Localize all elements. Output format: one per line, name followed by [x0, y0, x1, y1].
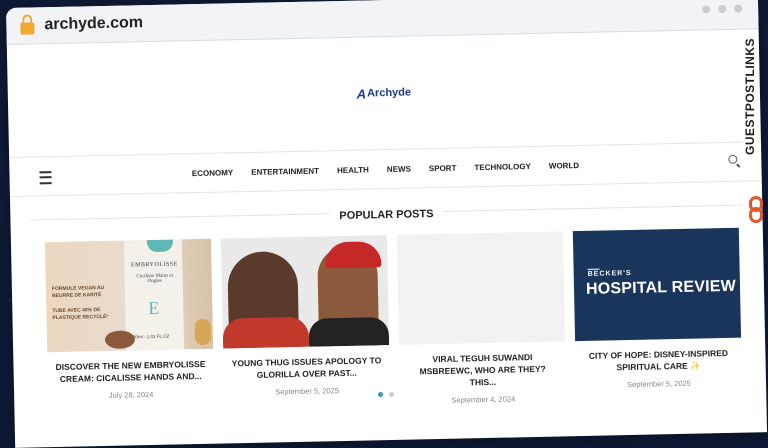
product-label-text: FORMULE VEGAN AU BEURRE DE KARITÉ	[51, 285, 105, 299]
nav-item-health[interactable]: HEALTH	[337, 165, 369, 175]
lock-icon	[20, 22, 35, 35]
nav-item-economy[interactable]: ECONOMY	[192, 168, 234, 178]
product-name-text: Cicalisse Mains et Ongles	[136, 273, 174, 285]
logo-text: Archyde	[366, 86, 412, 100]
pager-dot[interactable]	[389, 392, 394, 397]
product-brand-text: EMBRYOLISSE	[130, 261, 178, 269]
person-figure	[308, 317, 390, 347]
post-date: September 5, 2025	[627, 378, 691, 389]
carousel-pager	[378, 392, 394, 397]
nav-item-technology[interactable]: TECHNOLOGY	[474, 162, 531, 172]
header: A Archyde	[7, 29, 761, 157]
post-title[interactable]: CITY OF HOPE: DISNEY-INSPIRED SPIRITUAL …	[575, 348, 741, 375]
window-dot-icon[interactable]	[734, 4, 743, 13]
window-dot-icon[interactable]	[718, 4, 727, 14]
section-title: POPULAR POSTS	[329, 207, 444, 223]
post-thumbnail-young-thug[interactable]	[220, 235, 390, 349]
post-title[interactable]: VIRAL TEGUH SUWANDI MSBREEWC, WHO ARE TH…	[399, 351, 566, 390]
post-card[interactable]: YOUNG THUG ISSUES APOLOGY TO GLORILLA OV…	[220, 235, 391, 409]
browser-window: archyde.com A Archyde ECONOMY ENTERTAINM…	[6, 0, 768, 448]
nav-item-world[interactable]: WORLD	[549, 161, 579, 171]
window-dot-icon[interactable]	[702, 5, 711, 14]
post-title[interactable]: DISCOVER THE NEW EMBRYOLISSE CREAM: CICA…	[47, 359, 213, 386]
post-thumbnail-hospital-review[interactable]: BECKER'S HOSPITAL REVIEW	[572, 227, 742, 342]
nav-item-news[interactable]: NEWS	[387, 164, 411, 174]
post-carousel: FORMULE VEGAN AU BEURRE DE KARITÉ TUBE A…	[11, 215, 767, 413]
watermark-text: GUESTPOSTLINKS	[742, 36, 758, 158]
nav-item-sport[interactable]: SPORT	[429, 163, 457, 173]
post-date: September 5, 2025	[275, 385, 340, 397]
post-date: July 28, 2024	[108, 389, 154, 400]
post-card[interactable]: FORMULE VEGAN AU BEURRE DE KARITÉ TUBE A…	[44, 238, 215, 413]
window-controls	[702, 4, 743, 14]
post-card[interactable]: BECKER'S HOSPITAL REVIEW CITY OF HOPE: D…	[572, 227, 743, 402]
nav-item-entertainment[interactable]: ENTERTAINMENT	[251, 166, 319, 176]
person-figure	[324, 241, 382, 269]
post-date: September 4, 2024	[451, 394, 516, 405]
site-logo[interactable]: A Archyde	[356, 85, 411, 101]
post-card[interactable]: VIRAL TEGUH SUWANDI MSBREEWC, WHO ARE TH…	[396, 231, 567, 405]
post-thumbnail-blank[interactable]	[396, 231, 566, 345]
thumbnail-small-text: BECKER'S	[587, 269, 632, 278]
product-mark-text: E	[148, 297, 160, 319]
logo-mark-icon: A	[356, 85, 367, 102]
product-label-text: TUBE AVEC 40% DE PLASTIQUE RECYCLÉ*	[52, 307, 109, 321]
search-icon[interactable]	[728, 154, 738, 164]
url-text[interactable]: archyde.com	[44, 14, 143, 34]
chain-link-icon	[748, 196, 763, 226]
thumbnail-big-text: HOSPITAL REVIEW	[585, 277, 737, 298]
person-figure	[222, 316, 310, 349]
nav-items: ECONOMY ENTERTAINMENT HEALTH NEWS SPORT …	[192, 161, 579, 178]
pager-dot-active[interactable]	[378, 392, 383, 397]
post-thumbnail-embryolisse[interactable]: FORMULE VEGAN AU BEURRE DE KARITÉ TUBE A…	[44, 238, 214, 353]
product-volume-text: 30ml - 1.01 FL.OZ	[132, 333, 170, 340]
post-title[interactable]: YOUNG THUG ISSUES APOLOGY TO GLORILLA OV…	[223, 355, 389, 382]
hamburger-menu-icon[interactable]	[39, 171, 52, 185]
decorative-shape	[194, 318, 212, 346]
